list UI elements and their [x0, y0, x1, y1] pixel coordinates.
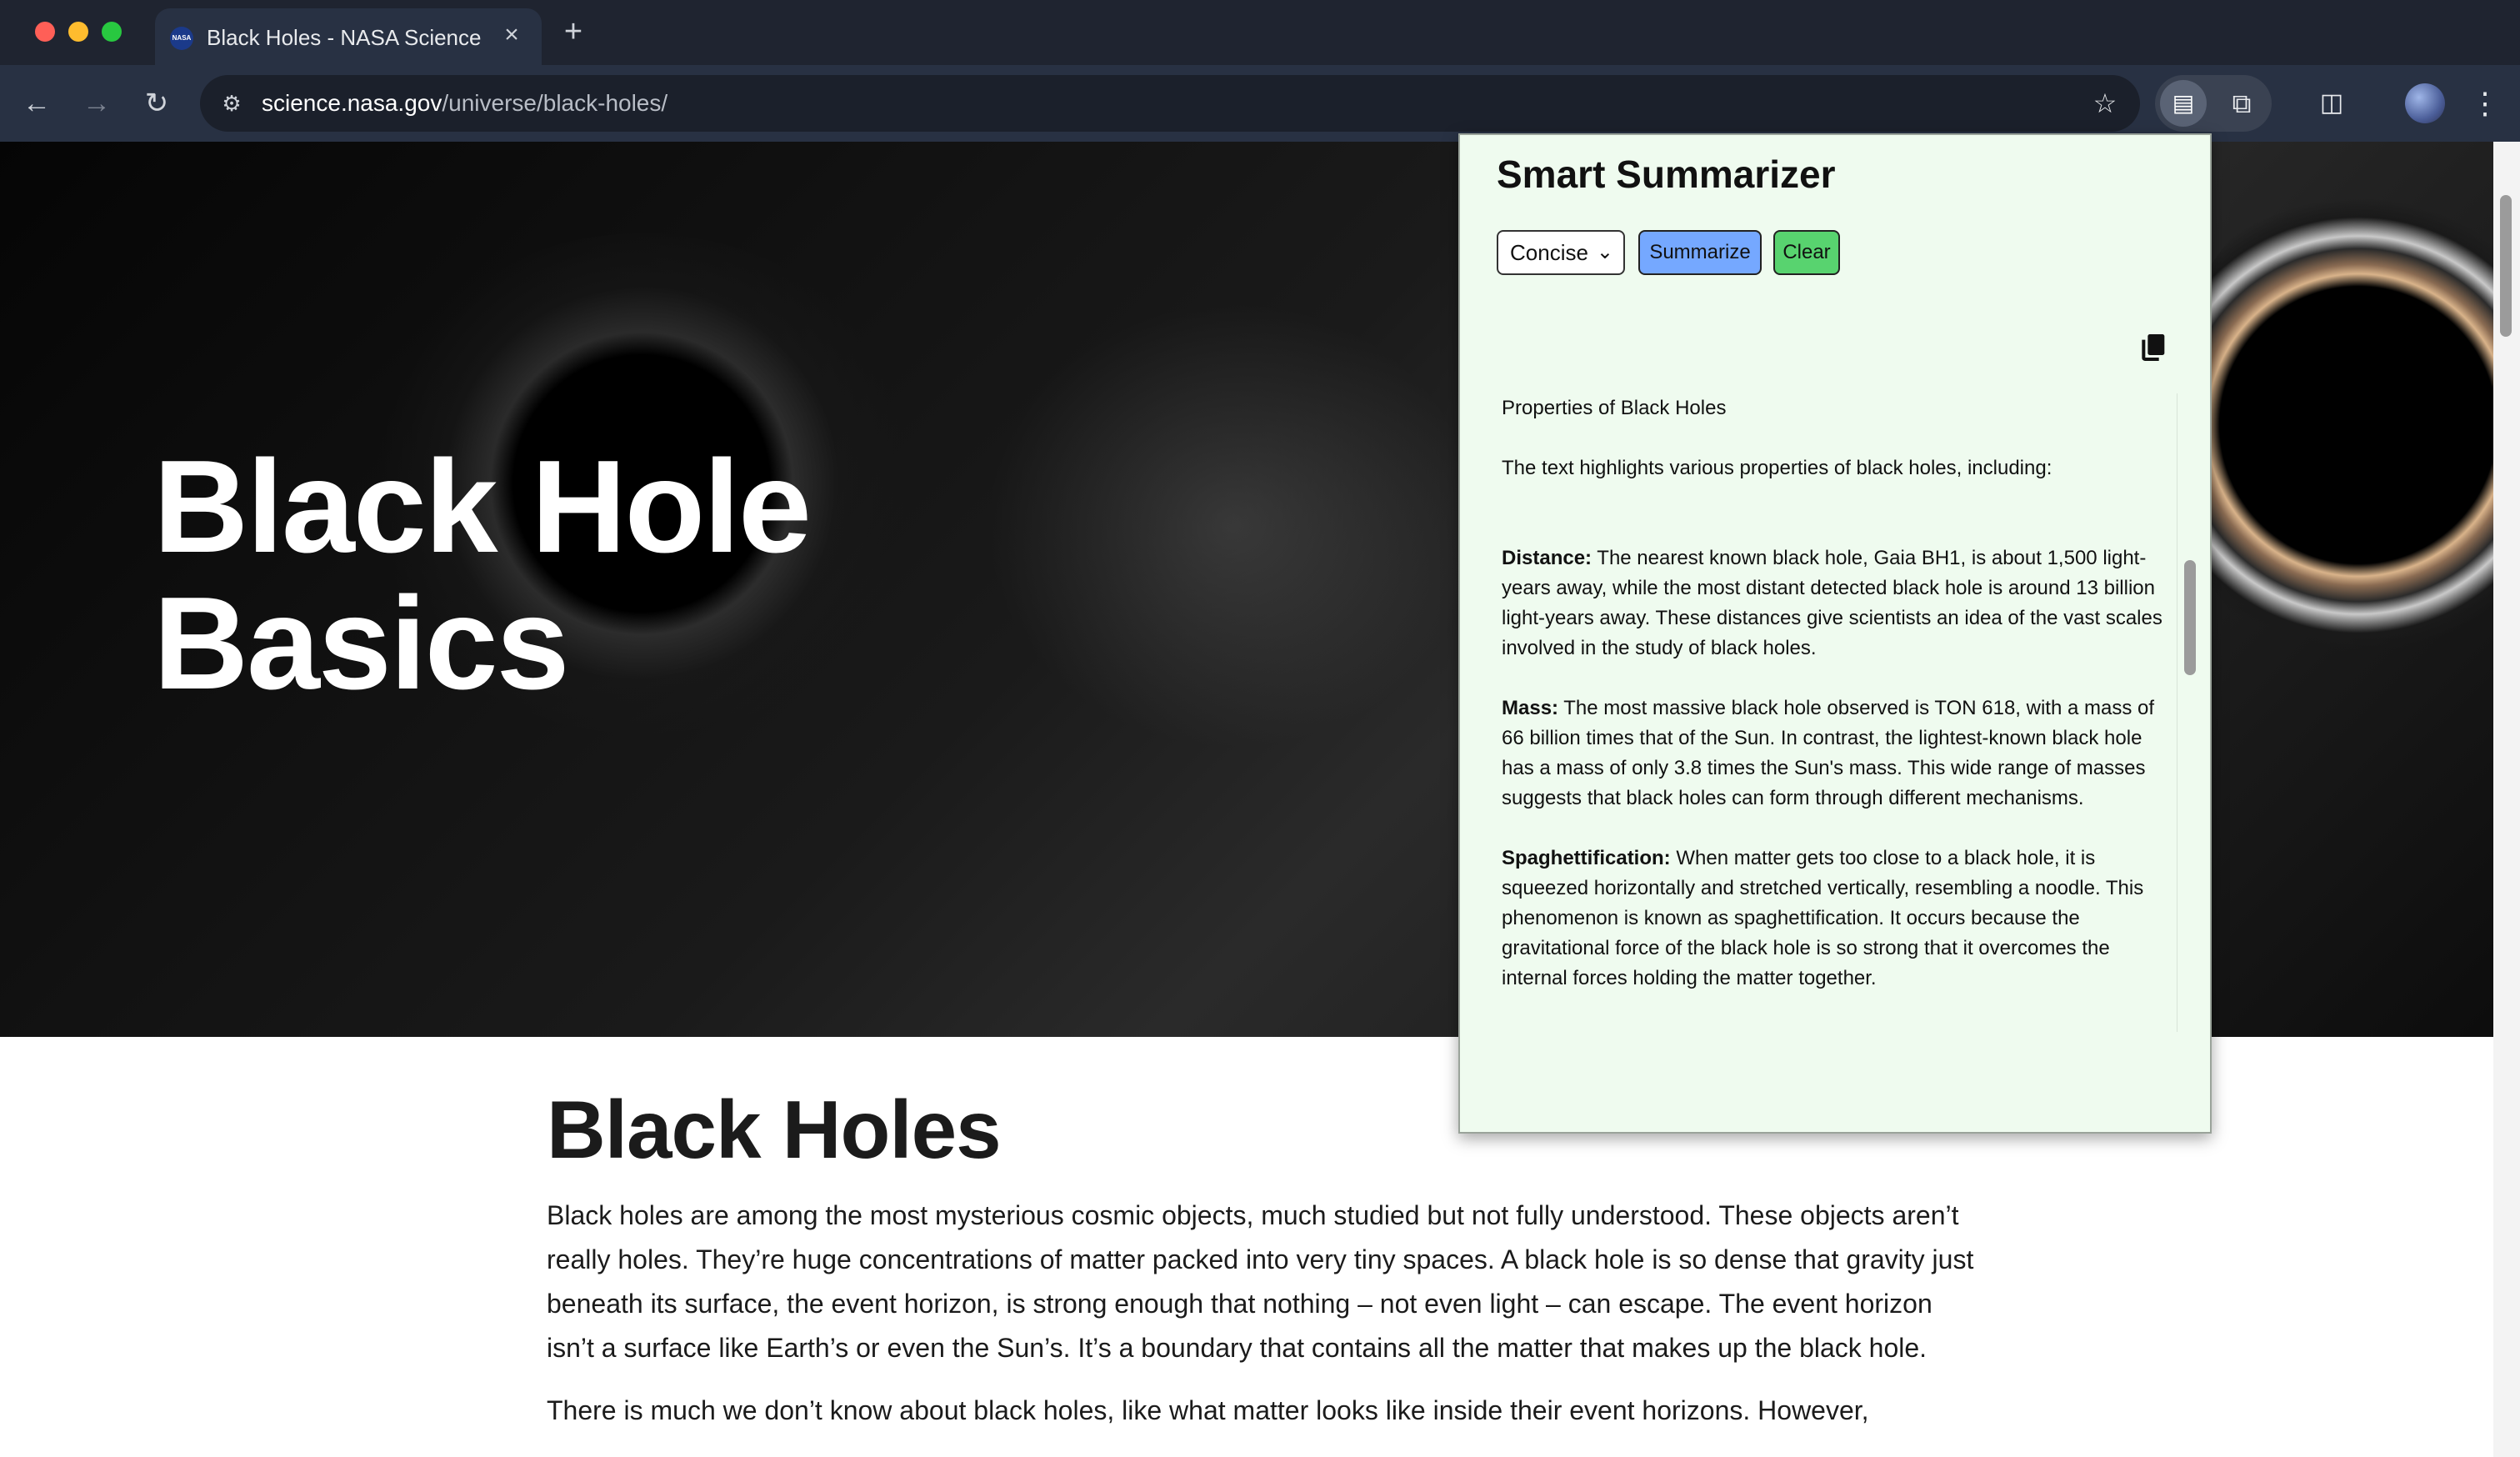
url-path: /universe/black-holes/ [442, 90, 668, 116]
summary-item-term: Mass: [1502, 697, 1559, 719]
chevron-down-icon: ⌄ [1596, 241, 1613, 263]
summarizer-extension-icon[interactable]: ▤ [2160, 80, 2207, 127]
summary-item-term: Spaghettification: [1502, 847, 1671, 869]
hero-title-line1: Black Hole [153, 433, 812, 580]
clear-button[interactable]: Clear [1773, 230, 1840, 275]
browser-tab-strip: NASA Black Holes - NASA Science × + [0, 0, 2520, 65]
plus-icon[interactable]: + [555, 13, 592, 50]
summary-item: Spaghettification: When matter gets too … [1502, 844, 2168, 994]
article-paragraph: Black holes are among the most mysteriou… [547, 1200, 1974, 1363]
summary-intro: The text highlights various properties o… [1502, 457, 2052, 479]
summary-scrollbar-thumb[interactable] [2184, 560, 2196, 675]
article-body: Black Holes Black holes are among the mo… [547, 1084, 1980, 1433]
page-scrollbar[interactable] [2493, 142, 2520, 1457]
side-panel-icon[interactable]: ◫ [2312, 83, 2352, 123]
address-bar[interactable]: ⚙ science.nasa.gov/universe/black-holes/… [200, 75, 2140, 132]
window-close-button[interactable] [35, 22, 55, 42]
summary-style-select[interactable]: Concise ⌄ [1497, 230, 1625, 275]
summary-item: Distance: The nearest known black hole, … [1502, 543, 2168, 663]
summary-item: Mass: The most massive black hole observ… [1502, 693, 2168, 814]
tab-title: Black Holes - NASA Science [207, 25, 482, 50]
summary-heading: Properties of Black Holes [1502, 397, 1727, 419]
copy-icon[interactable] [2137, 330, 2170, 363]
hero-title: Black Hole Basics [153, 438, 1070, 712]
smart-summarizer-popup: Smart Summarizer Concise ⌄ Summarize Cle… [1458, 133, 2212, 1134]
window-zoom-button[interactable] [102, 22, 122, 42]
hero-title-line2: Basics [153, 570, 570, 717]
url-text[interactable]: science.nasa.gov/universe/black-holes/ [262, 90, 668, 117]
black-hole-image-right [2167, 175, 2520, 675]
summary-item-text: The most massive black hole observed is … [1502, 697, 2155, 809]
back-arrow-icon[interactable]: ← [17, 83, 57, 123]
close-icon[interactable]: × [495, 18, 528, 52]
puzzle-icon[interactable]: ⧉ [2218, 80, 2265, 127]
summary-item-term: Distance: [1502, 547, 1592, 569]
summary-output: Properties of Black Holes The text highl… [1502, 393, 2168, 1032]
avatar[interactable] [2405, 83, 2445, 123]
popup-title: Smart Summarizer [1497, 153, 1836, 196]
reload-icon[interactable]: ↻ [137, 83, 177, 123]
menu-dots-icon[interactable]: ⋮ [2465, 83, 2505, 123]
browser-tab-active[interactable]: NASA Black Holes - NASA Science × [155, 8, 542, 65]
page-scrollbar-thumb[interactable] [2500, 195, 2512, 337]
forward-arrow-icon[interactable]: → [77, 83, 117, 123]
summary-spacer [1502, 513, 2168, 543]
window-minimize-button[interactable] [68, 22, 88, 42]
summary-scrollbar[interactable] [2177, 393, 2202, 1032]
nasa-favicon-icon: NASA [170, 27, 193, 50]
star-icon[interactable]: ☆ [2087, 85, 2123, 122]
site-settings-icon[interactable]: ⚙ [213, 85, 250, 122]
browser-toolbar: ← → ↻ ⚙ science.nasa.gov/universe/black-… [0, 65, 2520, 142]
summary-style-value: Concise [1510, 240, 1588, 265]
extensions-group: ▤ ⧉ [2155, 75, 2272, 132]
summary-item-text: The nearest known black hole, Gaia BH1, … [1502, 547, 2162, 659]
summarize-button[interactable]: Summarize [1638, 230, 1762, 275]
url-host: science.nasa.gov [262, 90, 442, 116]
article-paragraph: There is much we don’t know about black … [547, 1395, 1869, 1425]
